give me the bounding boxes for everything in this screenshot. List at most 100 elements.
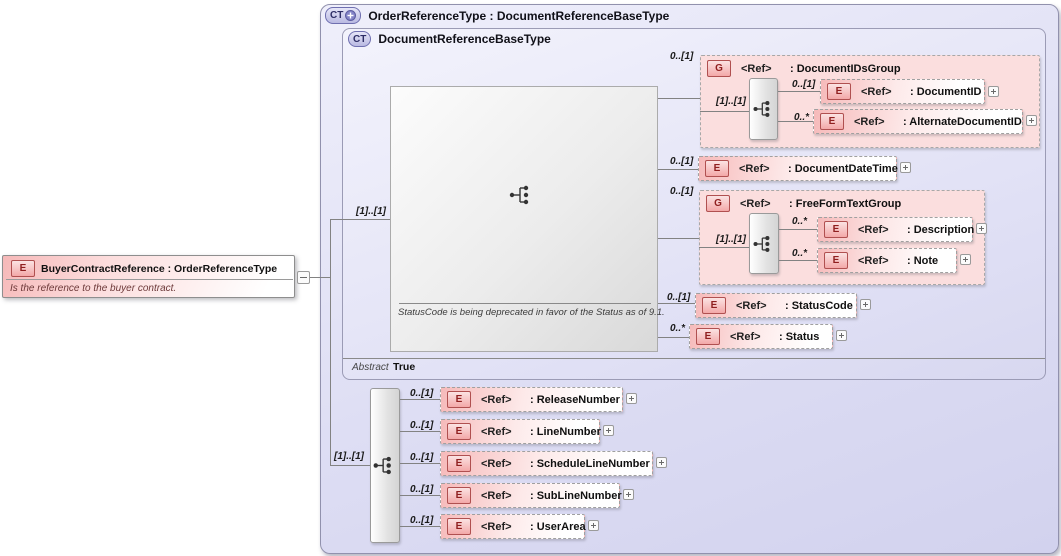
element-badge: E <box>447 391 471 408</box>
element-userarea[interactable]: E <Ref> : UserArea <box>440 514 586 539</box>
element-buyercontractreference[interactable]: E BuyerContractReference : OrderReferenc… <box>2 255 295 298</box>
element-name: : Description <box>907 223 975 236</box>
element-releasenumber[interactable]: E <Ref> : ReleaseNumber <box>440 387 623 412</box>
group-badge: G <box>707 60 731 77</box>
connector-line <box>658 98 700 99</box>
sequence-icon <box>509 185 529 205</box>
element-name: : SubLineNumber <box>530 489 622 502</box>
cardinality-label: 0..[1] <box>410 420 434 431</box>
element-sublinenumber[interactable]: E <Ref> : SubLineNumber <box>440 483 622 508</box>
expand-icon[interactable] <box>588 520 599 531</box>
element-name: : UserArea <box>530 520 586 533</box>
abstract-label: Abstract <box>352 362 389 373</box>
ref-label: <Ref> <box>730 330 761 343</box>
cardinality-label: 0..* <box>792 216 808 227</box>
complextype-orderreferencetype-header[interactable]: CT OrderReferenceType : DocumentReferenc… <box>325 7 669 24</box>
element-annotation: Is the reference to the buyer contract. <box>10 283 177 294</box>
basetype-header[interactable]: CT DocumentReferenceBaseType <box>348 31 551 47</box>
ref-label: <Ref> <box>861 85 892 98</box>
ref-label: <Ref> <box>736 299 767 312</box>
expand-icon[interactable] <box>836 330 847 341</box>
element-name: : LineNumber <box>530 425 601 438</box>
connector-line <box>400 431 440 432</box>
cardinality-label: 0..[1] <box>667 292 691 303</box>
ref-label: <Ref> <box>854 115 885 128</box>
ref-label: <Ref> <box>858 254 889 267</box>
element-alternatedocumentid[interactable]: E <Ref> : AlternateDocumentID <box>813 109 1023 134</box>
cardinality-label: 0..[1] <box>670 186 694 197</box>
ref-label: <Ref> <box>481 520 512 533</box>
cardinality-label: [1]..[1] <box>716 96 746 107</box>
element-name: : DocumentDateTime <box>788 162 898 175</box>
cardinality-label: 0..[1] <box>410 452 434 463</box>
expand-icon[interactable] <box>860 299 871 310</box>
expand-icon[interactable] <box>988 86 999 97</box>
cardinality-label: [1]..[1] <box>716 234 746 245</box>
element-name: : StatusCode <box>785 299 853 312</box>
group-badge: G <box>706 195 730 212</box>
ref-label: <Ref> <box>739 162 770 175</box>
cardinality-label: 0..[1] <box>410 388 434 399</box>
content-model-box[interactable]: StatusCode is being deprecated in favor … <box>390 86 665 352</box>
expand-icon[interactable] <box>900 162 911 173</box>
cardinality-label: 0..[1] <box>792 79 816 90</box>
cardinality-label: 0..* <box>794 112 810 123</box>
expand-icon[interactable] <box>976 223 987 234</box>
element-name: : ReleaseNumber <box>530 393 620 406</box>
expand-icon[interactable] <box>960 254 971 265</box>
sequence-compositor[interactable] <box>749 78 778 140</box>
connector-line <box>779 260 817 261</box>
connector-line <box>330 219 331 466</box>
element-status[interactable]: E <Ref> : Status <box>689 324 833 349</box>
element-linenumber[interactable]: E <Ref> : LineNumber <box>440 419 601 444</box>
schema-diagram: CT OrderReferenceType : DocumentReferenc… <box>0 0 1061 556</box>
element-badge: E <box>705 160 729 177</box>
collapse-icon[interactable] <box>297 271 310 284</box>
expand-icon[interactable] <box>623 489 634 500</box>
element-badge: E <box>447 455 471 472</box>
divider <box>399 303 651 304</box>
element-badge: E <box>824 221 848 238</box>
divider <box>6 279 293 280</box>
connector-line <box>778 91 820 92</box>
sequence-icon <box>373 456 391 475</box>
ref-label: <Ref> <box>740 197 771 210</box>
element-badge: E <box>447 423 471 440</box>
sequence-compositor[interactable] <box>749 213 779 274</box>
expand-icon[interactable] <box>603 425 614 436</box>
ct-badge-label: CT <box>353 33 367 45</box>
cardinality-label: 0..[1] <box>670 51 694 62</box>
expand-icon[interactable] <box>626 393 637 404</box>
element-note[interactable]: E <Ref> : Note <box>817 248 957 273</box>
cardinality-label: 0..[1] <box>410 484 434 495</box>
group-name: : FreeFormTextGroup <box>789 197 902 210</box>
sequence-icon <box>753 235 770 252</box>
connector-line <box>779 229 817 230</box>
element-documentid[interactable]: E <Ref> : DocumentID <box>820 79 985 104</box>
element-statuscode[interactable]: E <Ref> : StatusCode <box>695 293 857 318</box>
ref-label: <Ref> <box>481 393 512 406</box>
cardinality-label: 0..* <box>792 248 808 259</box>
connector-line <box>400 399 440 400</box>
element-description[interactable]: E <Ref> : Description <box>817 217 975 242</box>
ref-label: <Ref> <box>858 223 889 236</box>
sequence-compositor[interactable] <box>370 388 400 543</box>
plus-circle-icon <box>345 10 357 21</box>
connector-line <box>658 169 698 170</box>
element-badge: E <box>824 252 848 269</box>
element-schedulelinenumber[interactable]: E <Ref> : ScheduleLineNumber <box>440 451 653 476</box>
divider <box>343 358 1045 359</box>
model-annotation: StatusCode is being deprecated in favor … <box>398 307 665 318</box>
ref-label: <Ref> <box>481 489 512 502</box>
expand-icon[interactable] <box>1026 115 1037 126</box>
element-badge: E <box>820 113 844 130</box>
group-header: G <Ref> : FreeFormTextGroup <box>700 191 984 212</box>
expand-icon[interactable] <box>656 457 667 468</box>
connector-line <box>658 337 689 338</box>
connector-line <box>658 238 699 239</box>
cardinality-label: 0..[1] <box>410 515 434 526</box>
element-name: : DocumentID <box>910 85 982 98</box>
element-name: : Status <box>779 330 820 343</box>
element-documentdatetime[interactable]: E <Ref> : DocumentDateTime <box>698 156 898 181</box>
connector-line <box>699 247 749 248</box>
